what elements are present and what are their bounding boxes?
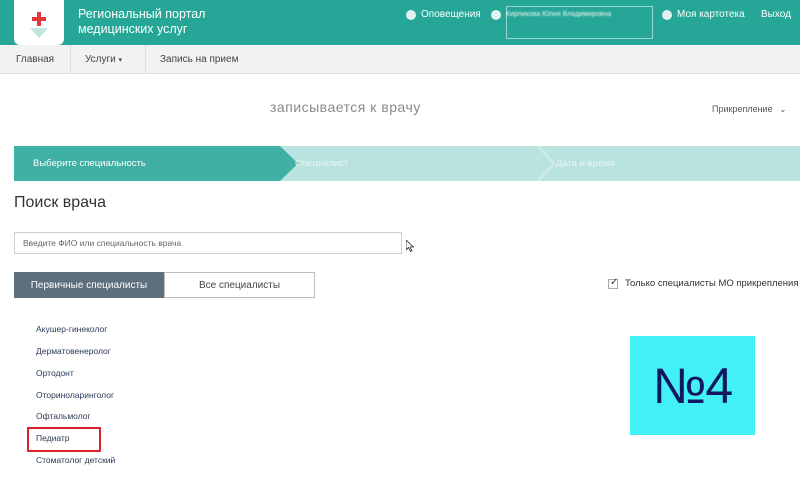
portal-logo[interactable]: [14, 0, 64, 45]
attached-only-label[interactable]: Только специалисты МО прикрепления: [625, 278, 799, 289]
chevron-down-icon: ⌄: [779, 104, 787, 114]
booking-steps: Выберите специальность Специалист Дата и…: [14, 146, 800, 181]
medical-cross-icon: [32, 12, 46, 26]
breadcrumb-home[interactable]: Главная: [16, 54, 54, 65]
my-card-label: Моя картотека: [677, 9, 745, 20]
top-header: Региональный портал медицинских услуг Оп…: [0, 0, 800, 45]
specialty-item[interactable]: Акушер-гинеколог: [36, 324, 107, 334]
card-icon: [662, 10, 672, 20]
breadcrumb-current: Запись на прием: [160, 54, 239, 65]
specialty-item[interactable]: Ортодонт: [36, 368, 74, 378]
attachment-label: Прикрепление: [712, 104, 773, 114]
specialty-item[interactable]: Дерматовенеролог: [36, 346, 111, 356]
doctor-search-input[interactable]: [14, 232, 402, 254]
step-datetime[interactable]: Дата и время: [556, 158, 615, 169]
user-highlight-frame: [506, 6, 653, 39]
search-section-title: Поиск врача: [14, 194, 106, 211]
notifications-label: Оповещения: [421, 9, 481, 20]
checkmark-icon: ✓: [610, 277, 619, 288]
bell-icon: [406, 10, 416, 20]
logout-button[interactable]: Выход: [761, 9, 791, 20]
specialty-item[interactable]: Стоматолог детский: [36, 455, 115, 465]
specialty-item[interactable]: Офтальмолог: [36, 411, 91, 421]
portal-title[interactable]: Региональный портал медицинских услуг: [78, 7, 238, 37]
tab-primary-specialists[interactable]: Первичные специалисты: [14, 272, 164, 298]
step-number-label: №4: [652, 357, 733, 414]
step-specialty[interactable]: Выберите специальность: [33, 158, 146, 169]
breadcrumb-services-label: Услуги: [85, 54, 116, 65]
attachment-dropdown[interactable]: Прикрепление ⌄: [712, 104, 787, 115]
pediatrician-highlight-frame: [27, 427, 101, 452]
step-divider: [536, 146, 556, 181]
breadcrumb-divider: [145, 45, 146, 73]
user-icon: [491, 10, 501, 20]
notifications-link[interactable]: Оповещения: [406, 9, 481, 21]
breadcrumb-services[interactable]: Услуги ▾: [85, 54, 122, 65]
tab-all-specialists[interactable]: Все специалисты: [164, 272, 315, 298]
specialty-item[interactable]: Оториноларинголог: [36, 390, 114, 400]
chevron-down-icon: ▾: [118, 57, 123, 64]
logo-pin-icon: [30, 28, 48, 38]
step-number-badge: №4: [630, 336, 755, 435]
mouse-cursor-icon: [406, 240, 414, 252]
attached-only-checkbox[interactable]: ✓: [608, 277, 619, 289]
page-title: записывается к врачу: [270, 99, 421, 115]
my-card-link[interactable]: Моя картотека: [662, 9, 745, 21]
step-specialist[interactable]: Специалист: [295, 158, 348, 169]
breadcrumb-divider: [70, 45, 71, 73]
breadcrumb: Главная Услуги ▾ Запись на прием: [0, 45, 800, 74]
